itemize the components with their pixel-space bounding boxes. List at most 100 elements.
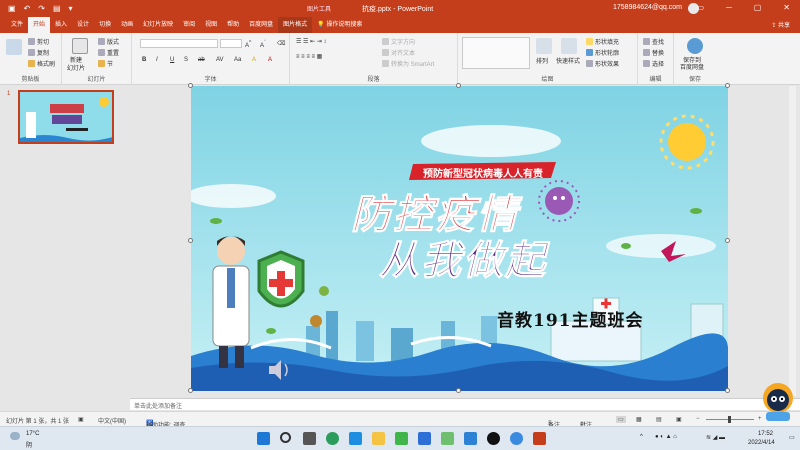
shadow-button[interactable]: S <box>184 57 188 63</box>
align-icons[interactable]: ≡ ≡ ≡ ≡ ▦ <box>296 53 322 60</box>
section-button[interactable]: 节 <box>98 59 113 68</box>
shape-fill-button[interactable]: 形状填充 <box>586 37 619 46</box>
photos-icon[interactable] <box>441 432 454 445</box>
weather-condition[interactable]: 阴 <box>26 440 32 449</box>
store-icon[interactable] <box>418 432 431 445</box>
shapes-gallery[interactable] <box>462 37 530 69</box>
grow-font-icon[interactable]: A^ <box>245 40 251 49</box>
change-case-button[interactable]: Aa <box>234 57 241 63</box>
char-spacing-button[interactable]: AV <box>216 57 224 63</box>
tab-transitions[interactable]: 切换 <box>94 17 116 33</box>
resize-handle-tl[interactable] <box>188 83 193 88</box>
resize-handle-t[interactable] <box>456 83 461 88</box>
quick-styles-label[interactable]: 快速样式 <box>556 56 580 65</box>
clear-format-icon[interactable]: ⌫ <box>277 40 285 47</box>
temperature[interactable]: 17°C <box>26 431 39 437</box>
arrange-label[interactable]: 排列 <box>536 56 548 65</box>
italic-button[interactable]: I <box>156 57 158 63</box>
netdisk-icon[interactable] <box>510 432 523 445</box>
tab-view[interactable]: 视图 <box>200 17 222 33</box>
tell-me-search[interactable]: 💡 操作说明搜索 <box>312 17 367 33</box>
resize-handle-bl[interactable] <box>188 388 193 393</box>
task-view-icon[interactable] <box>303 432 316 445</box>
baidu-netdisk-icon[interactable] <box>687 38 703 54</box>
resize-handle-l[interactable] <box>188 238 193 243</box>
select-button[interactable]: 选择 <box>643 59 664 68</box>
start-from-beginning-icon[interactable]: ▤ <box>53 4 61 13</box>
slide-canvas[interactable]: 预防新型冠状病毒人人有责 防控疫情 从我做起 音教191主题班会 <box>191 86 728 391</box>
new-slide-label-2[interactable]: 幻灯片 <box>67 63 85 72</box>
resize-handle-tr[interactable] <box>725 83 730 88</box>
slide-headline-2[interactable]: 从我做起 <box>379 228 547 286</box>
bullets-icon[interactable]: ☰ ☰ ⇤ ⇥ ↕ <box>296 38 326 45</box>
find-button[interactable]: 查找 <box>643 37 664 46</box>
tab-picture-format[interactable]: 图片格式 <box>278 17 313 33</box>
powerpoint-icon[interactable] <box>533 432 546 445</box>
tab-review[interactable]: 审阅 <box>178 17 200 33</box>
maximize-icon[interactable]: ▢ <box>754 3 762 12</box>
tab-file[interactable]: 文件 <box>6 17 28 33</box>
tray-icons[interactable]: ● ◐ ▲ ⌂ <box>655 434 677 440</box>
bold-button[interactable]: B <box>142 57 146 63</box>
normal-view-icon[interactable]: ▭ <box>616 416 626 423</box>
minimize-icon[interactable]: ─ <box>726 3 732 12</box>
strikethrough-button[interactable]: ab <box>198 57 205 63</box>
browser-icon[interactable] <box>464 432 477 445</box>
tray-chevron-icon[interactable]: ^ <box>640 434 643 440</box>
zoom-out-icon[interactable]: − <box>696 416 700 422</box>
ribbon-display-icon[interactable]: ▭ <box>697 3 705 12</box>
undo-icon[interactable]: ↶ <box>24 4 31 13</box>
slideshow-view-icon[interactable]: ▣ <box>676 416 682 423</box>
search-icon[interactable] <box>280 432 291 443</box>
clock-date[interactable]: 2022/4/14 <box>748 440 775 446</box>
tab-animations[interactable]: 动画 <box>116 17 138 33</box>
share-button[interactable]: ⇪ 共享 <box>771 20 790 29</box>
netdisk-label[interactable]: 百度网盘 <box>680 62 704 71</box>
font-color-button[interactable]: A <box>268 57 272 63</box>
tab-insert[interactable]: 插入 <box>50 17 72 33</box>
shape-effects-button[interactable]: 形状效果 <box>586 59 619 68</box>
sorter-view-icon[interactable]: ▦ <box>636 416 642 423</box>
vertical-scrollbar[interactable] <box>789 86 796 396</box>
resize-handle-r[interactable] <box>725 238 730 243</box>
resize-handle-b[interactable] <box>456 388 461 393</box>
tab-home[interactable]: 开始 <box>28 17 51 33</box>
resize-handle-br[interactable] <box>725 388 730 393</box>
new-slide-icon[interactable] <box>72 38 88 54</box>
start-icon[interactable] <box>257 432 270 445</box>
paste-icon[interactable] <box>6 39 22 55</box>
shape-outline-button[interactable]: 形状轮廓 <box>586 48 619 57</box>
format-painter-button[interactable]: 格式刷 <box>28 59 55 68</box>
weather-icon[interactable] <box>10 432 20 440</box>
redo-icon[interactable]: ↷ <box>38 4 45 13</box>
qq-icon[interactable] <box>487 432 500 445</box>
edge-icon[interactable] <box>326 432 339 445</box>
smartart-button[interactable]: 转换为 SmartArt <box>382 59 434 68</box>
notification-icon[interactable]: ▭ <box>789 434 795 441</box>
slide-class-label[interactable]: 音教191主题班会 <box>497 306 644 331</box>
wechat-icon[interactable] <box>395 432 408 445</box>
notes-pane[interactable]: 单击此处添加备注 <box>130 398 800 410</box>
highlight-button[interactable]: A <box>252 57 256 63</box>
slide-thumbnail[interactable] <box>18 90 114 144</box>
font-name-input[interactable] <box>140 39 218 48</box>
close-icon[interactable]: ✕ <box>783 3 790 12</box>
customize-qat-icon[interactable]: ▾ <box>69 4 73 13</box>
underline-button[interactable]: U <box>170 57 174 63</box>
language-status[interactable]: 中文(中国) <box>98 416 126 425</box>
shrink-font-icon[interactable]: Aˇ <box>260 40 266 49</box>
slide-banner-text[interactable]: 预防新型冠状病毒人人有责 <box>423 165 543 180</box>
file-explorer-icon[interactable] <box>372 432 385 445</box>
layout-button[interactable]: 版式 <box>98 37 119 46</box>
network-volume-battery-icons[interactable]: ≋ ◢ ▬ <box>706 434 725 441</box>
save-icon[interactable]: ▣ <box>8 4 16 13</box>
text-direction-button[interactable]: 文字方向 <box>382 37 415 46</box>
zoom-thumb[interactable] <box>728 416 731 423</box>
copy-button[interactable]: 复制 <box>28 48 49 57</box>
account-name[interactable]: 1758984624@qq.com <box>613 4 682 11</box>
mascot-icon[interactable] <box>760 376 796 424</box>
align-text-button[interactable]: 对齐文本 <box>382 48 415 57</box>
arrange-icon[interactable] <box>536 38 552 54</box>
tab-baidu-netdisk[interactable]: 百度网盘 <box>244 17 278 33</box>
tab-help[interactable]: 帮助 <box>222 17 244 33</box>
